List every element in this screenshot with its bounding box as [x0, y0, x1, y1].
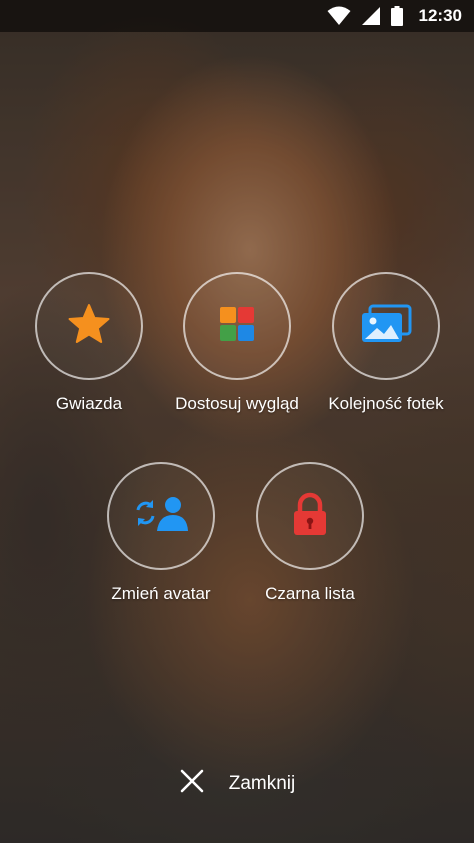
change-avatar-button[interactable]: Zmień avatar: [86, 462, 236, 604]
blacklist-label: Czarna lista: [265, 584, 355, 603]
wifi-icon: [327, 6, 351, 26]
close-button[interactable]: Zamknij: [0, 768, 474, 799]
close-label: Zamknij: [228, 772, 296, 794]
status-bar: 12:30: [0, 0, 474, 32]
star-icon: [67, 303, 111, 350]
customize-label: Dostosuj wygląd: [175, 394, 299, 413]
tiles-icon: [219, 306, 255, 347]
star-label: Gwiazda: [55, 394, 123, 413]
lock-icon: [292, 492, 328, 541]
change-avatar-ring: [107, 462, 215, 570]
photos-icon: [360, 304, 412, 349]
star-ring: [35, 272, 143, 380]
change-avatar-label: Zmień avatar: [111, 584, 211, 603]
profile-actions-overlay: 12:30 Gwiazda Dostosuj wygląd Kolejność …: [0, 0, 474, 843]
photo-order-ring: [332, 272, 440, 380]
blacklist-ring: [256, 462, 364, 570]
photo-order-button[interactable]: Kolejność fotek: [311, 272, 461, 414]
cell-signal-icon: [361, 6, 381, 26]
customize-ring: [183, 272, 291, 380]
star-button[interactable]: Gwiazda: [14, 272, 164, 414]
background-dim: [0, 0, 474, 843]
customize-appearance-button[interactable]: Dostosuj wygląd: [162, 272, 312, 414]
blacklist-button[interactable]: Czarna lista: [235, 462, 385, 604]
change-avatar-icon: [133, 495, 189, 538]
battery-icon: [390, 6, 403, 26]
status-time: 12:30: [418, 6, 462, 25]
close-icon: [179, 768, 205, 799]
photo-order-label: Kolejność fotek: [328, 394, 444, 413]
